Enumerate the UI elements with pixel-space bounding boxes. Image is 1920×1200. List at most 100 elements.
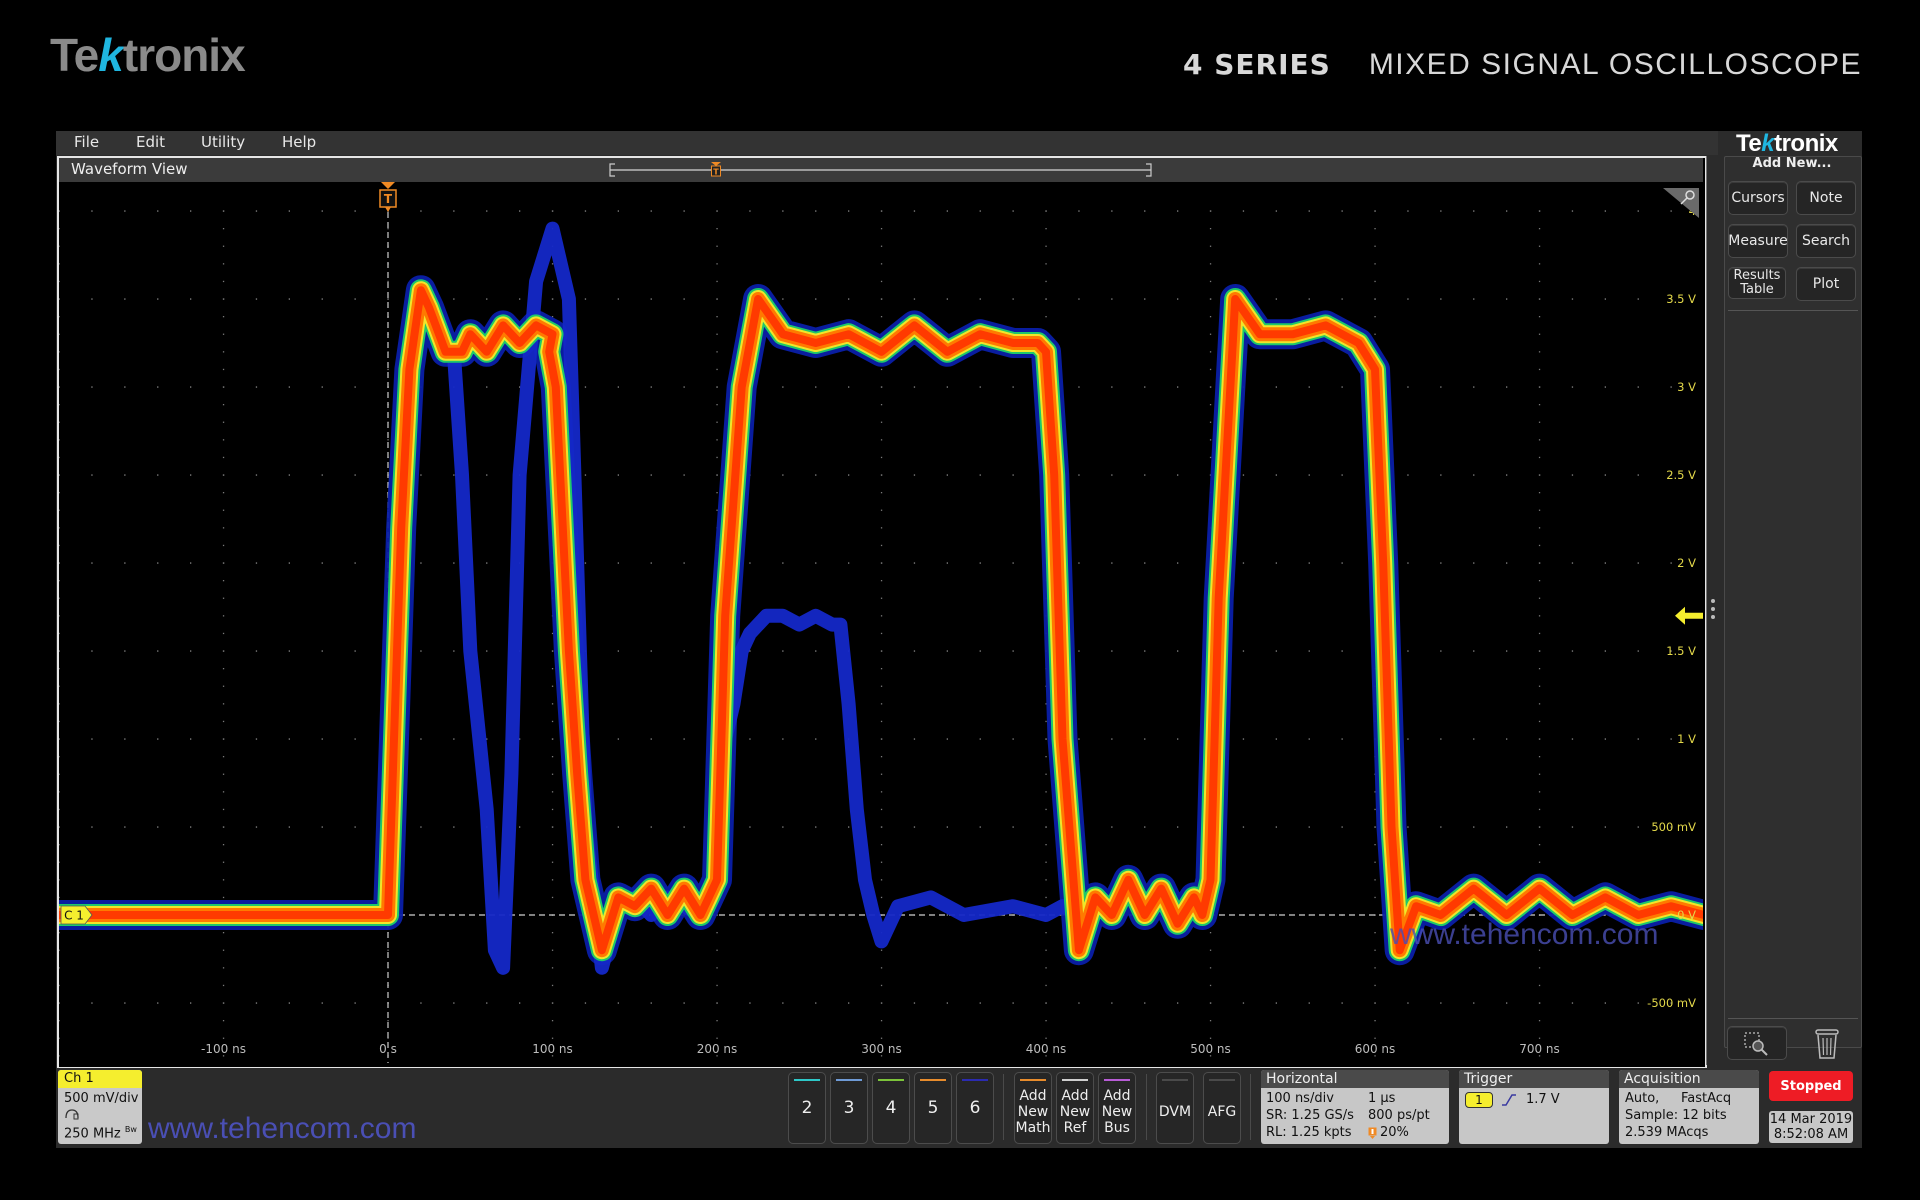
grid-dot <box>59 896 60 899</box>
grid-dot <box>1604 298 1606 300</box>
cursors-button[interactable]: Cursors <box>1728 181 1788 215</box>
grid-dot <box>1275 298 1277 300</box>
grid-dot <box>321 210 323 212</box>
grid-dot <box>59 368 60 371</box>
grid-dot <box>1538 791 1541 793</box>
grid-dot <box>1341 1002 1343 1004</box>
grid-dot <box>1341 826 1343 828</box>
grid-dot <box>1473 650 1475 652</box>
grid-dot <box>59 386 60 388</box>
grid-dot <box>1308 562 1310 564</box>
trash-icon[interactable] <box>1812 1026 1842 1060</box>
grid-dot <box>222 808 225 811</box>
record-overview-bar[interactable]: T <box>608 162 1153 178</box>
zoom-button[interactable] <box>1727 1026 1787 1060</box>
grid-dot <box>1571 826 1574 828</box>
grid-dot <box>551 1002 554 1004</box>
overview-trigger-marker[interactable]: T <box>711 162 721 177</box>
grid-dot <box>1144 650 1146 652</box>
run-stop-status-button[interactable]: Stopped <box>1769 1071 1853 1101</box>
plot-button[interactable]: Plot <box>1796 267 1856 301</box>
menu-edit[interactable]: Edit <box>136 133 165 151</box>
add-new-ref-button[interactable]: Add New Ref <box>1056 1072 1094 1144</box>
search-button[interactable]: Search <box>1796 224 1856 258</box>
results-table-button[interactable]: Results Table <box>1728 267 1786 299</box>
grid-dot <box>59 844 60 846</box>
afg-button[interactable]: AFG <box>1203 1072 1241 1144</box>
grid-dot <box>650 562 652 564</box>
grid-dot <box>387 298 389 300</box>
grid-dot <box>683 738 685 740</box>
grid-dot <box>59 1020 60 1022</box>
grid-dot <box>1506 386 1508 388</box>
grid-dot <box>59 316 60 318</box>
trigger-badge[interactable]: Trigger 1 1.7 V <box>1459 1070 1609 1144</box>
divider <box>1728 1018 1858 1019</box>
grid-dot <box>1209 351 1212 353</box>
splitter-handle-icon[interactable] <box>1710 598 1716 622</box>
grid-dot <box>683 298 685 300</box>
grid-dot <box>255 562 258 564</box>
grid-dot <box>387 1020 389 1022</box>
date-time-display[interactable]: 14 Mar 2019 8:52:08 AM <box>1769 1111 1853 1143</box>
channel-button-label: 4 <box>885 1098 897 1118</box>
acquisition-sample: Sample: 12 bits <box>1625 1108 1727 1123</box>
grid-dot <box>1670 386 1672 388</box>
grid-dot <box>59 756 60 758</box>
y-tick-label: 3.5 V <box>1666 292 1696 306</box>
channel-5-button[interactable]: 5 <box>914 1072 952 1144</box>
grid-dot <box>782 474 784 476</box>
model-label: MIXED SIGNAL OSCILLOSCOPE <box>1368 48 1862 81</box>
note-button[interactable]: Note <box>1796 181 1856 215</box>
grid-dot <box>1473 826 1475 828</box>
grid-dot <box>59 439 60 441</box>
channel-4-button[interactable]: 4 <box>872 1072 910 1144</box>
channel-1-label[interactable]: Ch 1 <box>58 1070 142 1088</box>
channel-6-button[interactable]: 6 <box>956 1072 994 1144</box>
grid-dot <box>222 527 225 529</box>
grid-dot <box>782 826 784 828</box>
grid-dot <box>1538 861 1541 863</box>
grid-dot <box>1604 1002 1606 1004</box>
grid-dot <box>551 685 554 687</box>
menu-file[interactable]: File <box>74 133 99 151</box>
grid-dot <box>1111 650 1113 652</box>
y-tick-label: 1.5 V <box>1666 644 1696 658</box>
add-new-bus-button[interactable]: Add New Bus <box>1098 1072 1136 1144</box>
grid-dot <box>880 492 883 494</box>
menu-utility[interactable]: Utility <box>201 133 245 151</box>
grid-dot <box>453 826 455 828</box>
grid-dot <box>288 298 290 300</box>
probe-icon <box>65 1109 79 1120</box>
dvm-button[interactable]: DVM <box>1156 1072 1194 1144</box>
grid-dot <box>913 650 916 652</box>
grid-dot <box>59 562 60 564</box>
add-new-math-button[interactable]: Add New Math <box>1014 1072 1052 1144</box>
grid-dot <box>946 298 948 300</box>
channel-1-marker-label: C 1 <box>64 909 84 923</box>
grid-dot <box>1275 386 1277 388</box>
grid-dot <box>1538 228 1541 230</box>
channel-2-button[interactable]: 2 <box>788 1072 826 1144</box>
grid-dot <box>1111 210 1113 212</box>
grid-dot <box>59 421 60 423</box>
x-tick-label: 600 ns <box>1355 1042 1396 1056</box>
acquisition-badge[interactable]: Acquisition Auto, FastAcq Sample: 12 bit… <box>1619 1070 1759 1144</box>
grid-dot <box>354 650 356 652</box>
grid-dot <box>880 298 883 300</box>
grid-dot <box>1473 386 1475 388</box>
grid-dot <box>1242 1002 1245 1004</box>
grid-dot <box>1177 1002 1179 1004</box>
grid-dot <box>1538 456 1541 459</box>
grid-dot <box>880 386 883 388</box>
grid-dot <box>222 280 225 283</box>
grid-dot <box>1538 580 1541 582</box>
grid-dot <box>91 210 93 212</box>
grid-dot <box>880 738 883 740</box>
menu-help[interactable]: Help <box>282 133 316 151</box>
grid-dot <box>1177 474 1179 476</box>
horizontal-badge[interactable]: Horizontal 100 ns/div 1 µs SR: 1.25 GS/s… <box>1261 1070 1449 1144</box>
measure-button[interactable]: Measure <box>1728 224 1788 258</box>
channel-3-button[interactable]: 3 <box>830 1072 868 1144</box>
grid-dot <box>716 509 718 511</box>
